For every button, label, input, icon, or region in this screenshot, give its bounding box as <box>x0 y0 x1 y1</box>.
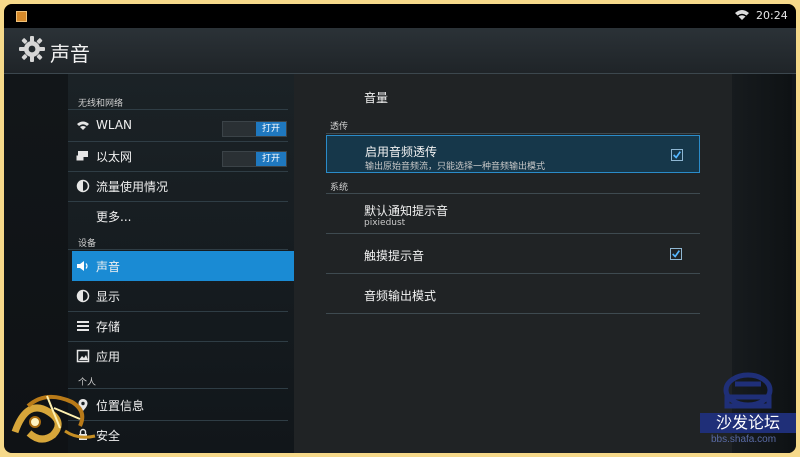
sidebar-item-more[interactable]: 更多... <box>72 203 292 229</box>
brand-url: bbs.shafa.com <box>711 434 777 445</box>
pref-divider <box>326 233 700 234</box>
audio-passthrough-row[interactable]: 启用音频透传 输出原始音频流，只能选择一种音频输出模式 <box>326 135 700 173</box>
sidebar-item-security[interactable]: 安全 <box>72 422 292 448</box>
wlan-toggle-label: 打开 <box>256 122 286 136</box>
sidebar-item-label: 声音 <box>96 260 121 274</box>
sidebar-divider <box>68 141 288 142</box>
sofa-icon <box>723 372 773 409</box>
pref-title: 触摸提示音 <box>364 249 425 263</box>
pref-section-system: 系统 <box>330 183 349 193</box>
ethernet-toggle[interactable]: 打开 <box>222 151 287 167</box>
ethernet-icon <box>76 151 88 161</box>
speaker-icon <box>77 261 88 271</box>
gear-icon[interactable] <box>18 35 46 63</box>
checkbox-checked-icon[interactable] <box>671 149 683 161</box>
apps-icon <box>76 349 90 363</box>
sidebar-item-label: 位置信息 <box>96 399 145 413</box>
sidebar-section-device: 设备 <box>78 239 97 249</box>
sidebar-item-label: 存储 <box>96 320 121 334</box>
pref-title: 启用音频透传 <box>365 145 438 159</box>
sidebar-item-label: 流量使用情况 <box>96 180 169 194</box>
pref-divider <box>326 193 700 194</box>
page-title: 声音 <box>50 42 90 66</box>
sidebar-divider <box>68 341 288 342</box>
touch-sounds-row[interactable]: 触摸提示音 <box>326 235 700 273</box>
storage-icon <box>77 321 89 331</box>
sidebar-divider <box>68 201 288 202</box>
settings-content: 无线和网络 WLAN 打开 以太网 打开 流量使用情况 更多... 设备 声音 … <box>4 74 796 453</box>
pref-section-passthrough: 透传 <box>330 122 349 132</box>
sidebar-item-location[interactable]: 位置信息 <box>72 392 292 418</box>
sidebar-item-label: 以太网 <box>96 150 133 164</box>
pref-divider <box>326 313 700 314</box>
sidebar-divider <box>68 171 288 172</box>
sidebar-item-label: 应用 <box>96 350 121 364</box>
display-icon <box>76 289 90 303</box>
sidebar-item-wlan[interactable]: WLAN 打开 <box>72 113 292 139</box>
status-bar: 20:24 <box>4 4 796 28</box>
pref-divider <box>326 273 700 274</box>
sidebar-item-label: 显示 <box>96 290 121 304</box>
sidebar-item-storage[interactable]: 存储 <box>72 313 292 339</box>
pref-subtitle: 输出原始音频流，只能选择一种音频输出模式 <box>365 162 546 172</box>
brand-name: 沙发论坛 <box>700 413 796 433</box>
action-bar: 声音 <box>4 28 796 74</box>
sidebar-item-ethernet[interactable]: 以太网 打开 <box>72 143 292 169</box>
brand-watermark: 沙发论坛 bbs.shafa.com <box>700 366 796 446</box>
sidebar-item-display[interactable]: 显示 <box>72 283 292 309</box>
sidebar-item-label: 更多... <box>96 210 132 224</box>
sidebar-item-label: WLAN <box>96 118 133 132</box>
data-usage-icon <box>76 179 90 193</box>
sidebar-divider <box>68 109 288 110</box>
pref-divider <box>326 133 700 134</box>
golden-logo-watermark <box>11 394 96 443</box>
pref-title: 音频输出模式 <box>364 289 437 303</box>
notification-app-icon <box>16 11 27 22</box>
audio-output-mode-row[interactable]: 音频输出模式 <box>326 275 700 313</box>
wifi-icon <box>77 121 89 130</box>
sidebar-item-data-usage[interactable]: 流量使用情况 <box>72 173 292 199</box>
sidebar-divider <box>68 311 288 312</box>
pref-title: 默认通知提示音 <box>364 204 449 218</box>
wifi-status-icon <box>735 10 749 20</box>
volume-title[interactable]: 音量 <box>364 89 388 106</box>
sidebar-item-sound[interactable]: 声音 <box>72 251 294 281</box>
ethernet-toggle-label: 打开 <box>256 152 286 166</box>
sidebar-section-wireless: 无线和网络 <box>78 99 124 109</box>
checkbox-checked-icon[interactable] <box>670 248 682 260</box>
sound-preferences-panel: 音量 透传 启用音频透传 输出原始音频流，只能选择一种音频输出模式 系统 默认通… <box>294 74 732 453</box>
pref-subtitle: pixiedust <box>364 218 406 228</box>
wlan-toggle[interactable]: 打开 <box>222 121 287 137</box>
tv-screen: 20:24 声音 无线和网络 WLAN 打开 以太网 打开 流量使用情况 更多.… <box>4 4 796 453</box>
default-notification-sound-row[interactable]: 默认通知提示音 pixiedust <box>326 195 700 233</box>
sidebar-section-personal: 个人 <box>78 378 97 388</box>
status-time: 20:24 <box>756 9 788 22</box>
sidebar-divider <box>68 249 288 250</box>
sidebar-item-apps[interactable]: 应用 <box>72 343 292 369</box>
